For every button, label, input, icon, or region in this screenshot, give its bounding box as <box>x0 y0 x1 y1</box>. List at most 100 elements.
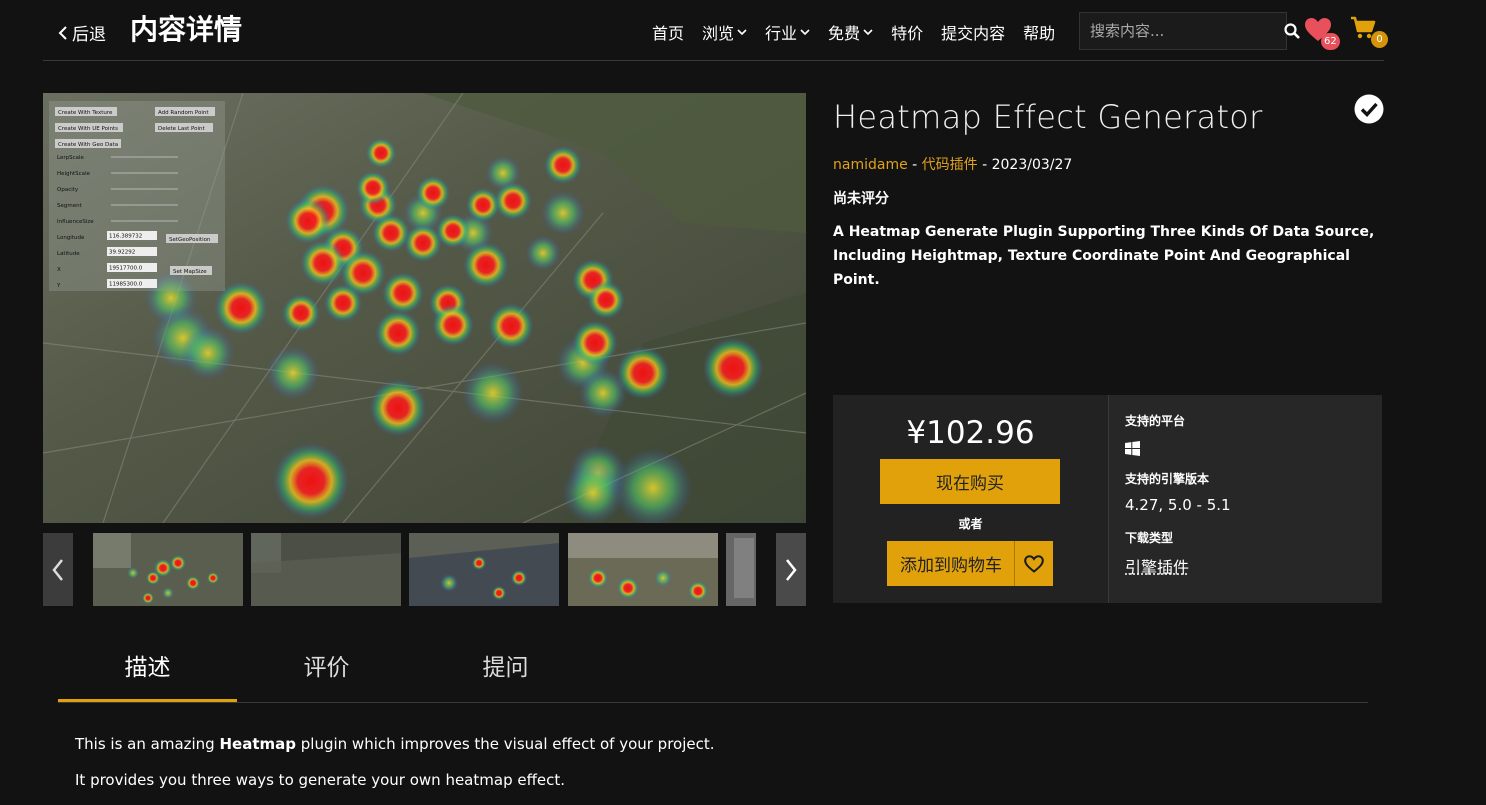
nav-label: 帮助 <box>1023 20 1055 44</box>
thumbnail-image <box>93 533 243 606</box>
price: ¥102.96 <box>833 415 1108 451</box>
nav-free[interactable]: 免费 <box>828 20 873 44</box>
hero-panel-label: Opacity <box>57 187 79 193</box>
windows-icon <box>1125 441 1140 456</box>
nav-industry[interactable]: 行业 <box>765 20 810 44</box>
heat-blob <box>525 235 560 270</box>
nav-help[interactable]: 帮助 <box>1023 20 1055 44</box>
hero-panel-button-label: Create With UE Points <box>58 126 118 132</box>
nav-sale[interactable]: 特价 <box>891 20 923 44</box>
download-type-heading: 下载类型 <box>1125 529 1173 546</box>
product-hero-image[interactable]: Create With Texture Create With UE Points… <box>43 93 806 523</box>
tab-description[interactable]: 描述 <box>58 640 237 702</box>
product-description: A Heatmap Generate Plugin Supporting Thr… <box>833 220 1383 292</box>
thumbnail-image <box>568 533 718 606</box>
heat-blob <box>382 272 424 314</box>
heat-blob <box>370 380 427 437</box>
meta-separator: - <box>908 157 922 173</box>
add-to-cart-button[interactable]: 添加到购物车 <box>887 541 1015 586</box>
rating-text: 尚未评分 <box>833 188 889 208</box>
header-divider <box>43 60 1384 61</box>
cart-count-badge: 0 <box>1371 31 1388 48</box>
meta-separator: - <box>978 157 992 173</box>
platform-heading: 支持的平台 <box>1125 412 1185 429</box>
engine-heading: 支持的引擎版本 <box>1125 470 1209 487</box>
thumbnail-prev-button[interactable] <box>43 533 73 606</box>
heat-blob <box>300 240 346 286</box>
thumbnail-image <box>409 533 559 606</box>
back-label: 后退 <box>72 20 106 45</box>
nav-home[interactable]: 首页 <box>652 20 684 44</box>
heat-blob <box>616 346 669 399</box>
chevron-left-icon <box>51 558 65 582</box>
verified-check-icon <box>1354 94 1384 124</box>
heat-blob <box>562 462 624 523</box>
hero-panel-value: 11985300.0 <box>109 282 143 288</box>
add-to-wishlist-button[interactable] <box>1014 541 1053 586</box>
chevron-down-icon <box>737 28 747 36</box>
thumbnail-next-button[interactable] <box>776 533 806 606</box>
nav-browse[interactable]: 浏览 <box>702 20 747 44</box>
heat-blob <box>285 198 331 244</box>
thumbnail-1[interactable] <box>93 533 243 606</box>
author-link[interactable]: namidame <box>833 157 908 173</box>
search-box <box>1079 12 1287 50</box>
hero-panel-button-label: SetGeoPosition <box>169 237 211 243</box>
favorites-count-badge: 62 <box>1321 33 1340 50</box>
heat-blob <box>703 338 764 399</box>
heat-blob <box>324 284 362 322</box>
hero-panel-button-label: Create With Geo Data <box>58 142 118 148</box>
heat-blob <box>416 176 450 210</box>
heat-blob <box>587 281 625 319</box>
download-type-link[interactable]: 引擎插件 <box>1125 554 1189 578</box>
search-button[interactable] <box>1284 13 1300 49</box>
hero-panel-label: Longitude <box>57 235 85 241</box>
thumbnail-2[interactable] <box>251 533 401 606</box>
hero-panel-button-label: Set MapSize <box>173 269 207 275</box>
heat-blob <box>282 294 320 332</box>
thumbnail-image <box>251 533 401 606</box>
heat-blob <box>356 171 390 205</box>
heat-blob <box>432 304 474 346</box>
hero-panel-label: Y <box>56 283 61 289</box>
search-input[interactable] <box>1080 13 1284 49</box>
heat-blob <box>182 327 235 380</box>
nav-label: 特价 <box>891 20 923 44</box>
nav-label: 浏览 <box>702 20 734 44</box>
back-button[interactable]: 后退 <box>58 20 106 45</box>
chevron-right-icon <box>784 558 798 582</box>
thumbnail-4[interactable] <box>568 533 718 606</box>
category-link[interactable]: 代码插件 <box>922 157 978 173</box>
description-content: This is an amazing Heatmap plugin which … <box>75 733 715 805</box>
chevron-down-icon <box>863 28 873 36</box>
publish-date: 2023/03/27 <box>992 157 1073 173</box>
tab-questions[interactable]: 提问 <box>416 640 595 702</box>
tab-reviews[interactable]: 评价 <box>237 640 416 702</box>
heat-blob <box>541 191 585 235</box>
top-bar: 后退 内容详情 首页 浏览 行业 免费 特价 提交内容 帮助 62 0 <box>0 0 1486 62</box>
heat-blob <box>572 320 618 366</box>
hero-panel-label: InfluenceSize <box>57 219 94 225</box>
chevron-down-icon <box>800 28 810 36</box>
thumbnail-3[interactable] <box>409 533 559 606</box>
text-run-bold: Heatmap <box>219 735 296 753</box>
search-icon <box>1284 23 1300 39</box>
hero-panel-label: Latitude <box>57 251 80 257</box>
heat-blob <box>375 310 421 356</box>
heat-blob <box>436 214 470 248</box>
hero-panel-button-label: Create With Texture <box>58 110 113 116</box>
nav-submit-content[interactable]: 提交内容 <box>941 20 1005 44</box>
heat-blob <box>273 443 349 519</box>
heart-outline-icon <box>1024 555 1044 573</box>
hero-panel-button-label: Add Random Point <box>158 110 209 116</box>
purchase-box: ¥102.96 现在购买 或者 添加到购物车 支持的平台 支持的引擎版本 4.2… <box>833 395 1382 603</box>
engine-versions: 4.27, 5.0 - 5.1 <box>1125 496 1231 514</box>
buy-now-button[interactable]: 现在购买 <box>880 459 1060 504</box>
hero-panel-label: LerpScale <box>57 155 85 161</box>
specs-panel: 支持的平台 支持的引擎版本 4.27, 5.0 - 5.1 下载类型 引擎插件 <box>1108 395 1382 603</box>
product-title: Heatmap Effect Generator <box>833 98 1263 136</box>
thumbnail-5[interactable] <box>726 533 756 606</box>
description-paragraph: It provides you three ways to generate y… <box>75 769 715 791</box>
hero-panel-label: X <box>57 267 61 273</box>
hero-panel-button-label: Delete Last Point <box>158 126 206 132</box>
